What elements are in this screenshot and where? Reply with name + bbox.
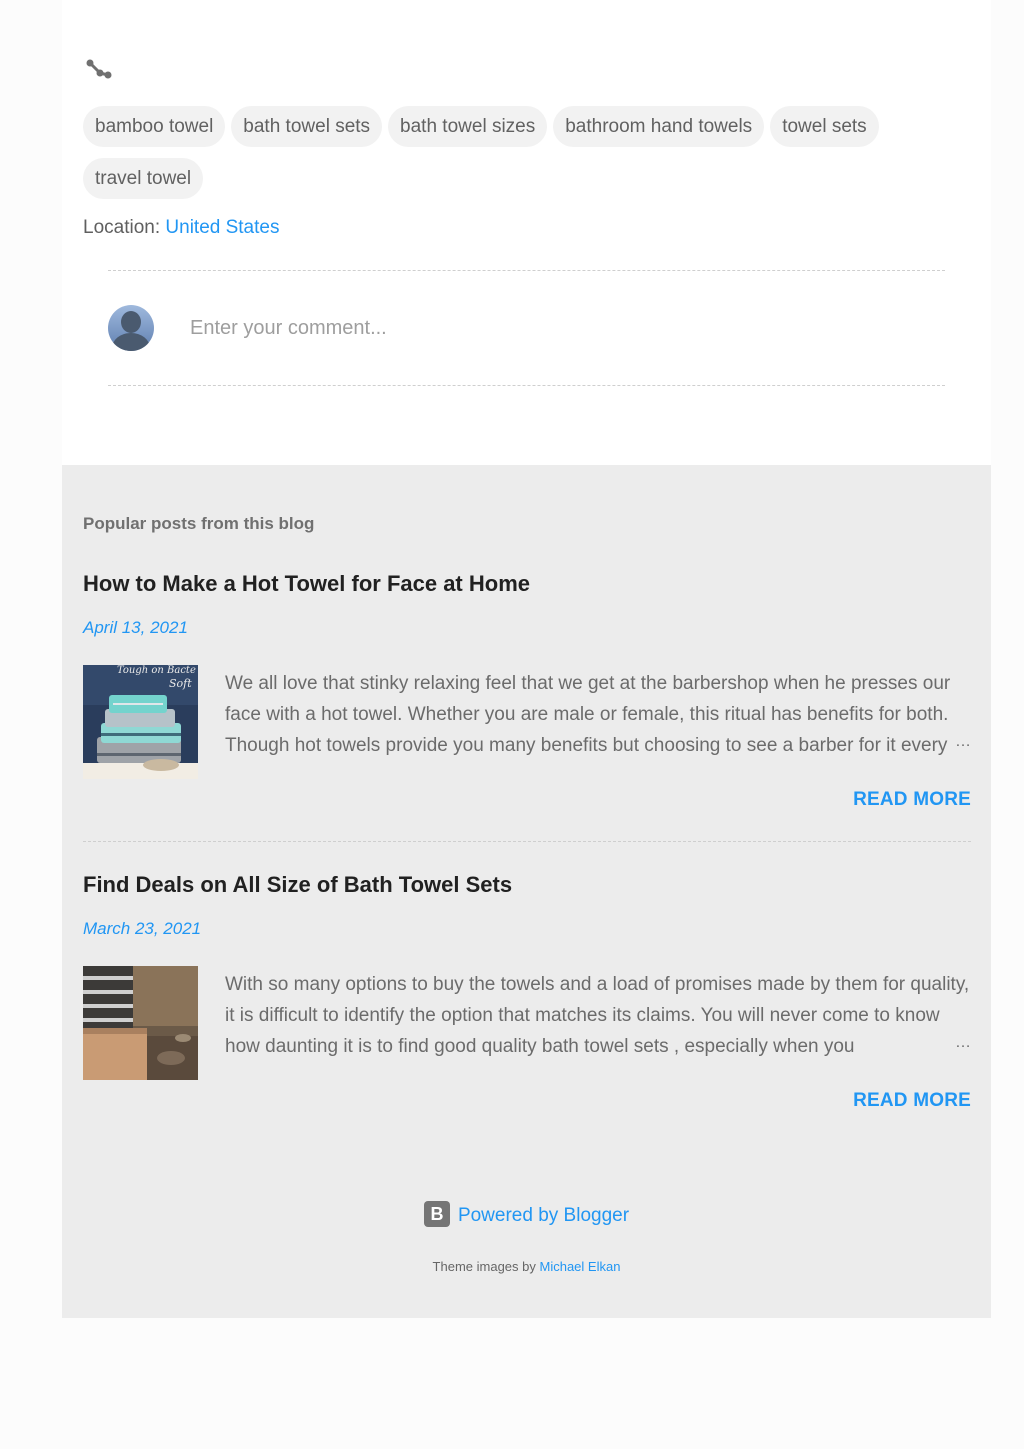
popular-posts-heading: Popular posts from this blog xyxy=(83,514,315,533)
post-snippet: With so many options to buy the towels a… xyxy=(225,974,970,1057)
page: bamboo towel bath towel sets bath towel si… xyxy=(62,0,991,1449)
blogger-icon: B xyxy=(423,1201,450,1227)
read-more-link[interactable]: READ MORE xyxy=(853,789,971,811)
location-label: Location: xyxy=(83,217,161,238)
post-thumbnail[interactable]: Tough on Bacte Soft xyxy=(83,665,198,779)
label-chip[interactable]: bath towel sizes xyxy=(388,106,548,147)
theme-author-link[interactable]: Michael Elkan xyxy=(540,1259,621,1274)
label-chip[interactable]: bath towel sets xyxy=(231,106,383,147)
post-thumbnail[interactable] xyxy=(83,966,198,1080)
divider xyxy=(83,841,971,842)
share-icon[interactable] xyxy=(85,58,113,82)
label-chip[interactable]: travel towel xyxy=(83,158,204,199)
divider xyxy=(108,270,945,271)
user-avatar-icon xyxy=(108,305,154,351)
comment-input[interactable] xyxy=(190,312,890,344)
read-more-link[interactable]: READ MORE xyxy=(853,1090,971,1112)
post-title[interactable]: How to Make a Hot Towel for Face at Home xyxy=(83,571,530,597)
popular-posts-section: Popular posts from this blog How to Make… xyxy=(62,465,991,1318)
theme-attribution: Theme images by Michael Elkan xyxy=(62,1259,991,1274)
popular-post: Find Deals on All Size of Bath Towel Set… xyxy=(83,872,971,1112)
post-title[interactable]: Find Deals on All Size of Bath Towel Set… xyxy=(83,872,512,898)
svg-text:Soft: Soft xyxy=(169,677,192,690)
popular-post: How to Make a Hot Towel for Face at Home… xyxy=(83,571,971,811)
divider xyxy=(108,385,945,386)
powered-by-label: Powered by Blogger xyxy=(457,1205,630,1227)
powered-by-blogger-link[interactable]: B Powered by Blogger xyxy=(62,1201,991,1229)
post-location: Location: United States xyxy=(83,217,279,239)
theme-prefix: Theme images by xyxy=(432,1259,536,1274)
post-date[interactable]: April 13, 2021 xyxy=(83,618,188,638)
snippet-ellipsis: … xyxy=(955,1034,971,1051)
post-snippet: We all love that stinky relaxing feel th… xyxy=(225,673,951,756)
label-chip[interactable]: bamboo towel xyxy=(83,106,226,147)
svg-text:Tough on Bacte: Tough on Bacte xyxy=(117,665,196,676)
location-link[interactable]: United States xyxy=(165,217,279,238)
post-footer-area: bamboo towel bath towel sets bath towel si… xyxy=(62,0,991,465)
post-labels: bamboo towel bath towel sets bath towel si… xyxy=(83,106,963,210)
label-chip[interactable]: towel sets xyxy=(770,106,879,147)
post-date[interactable]: March 23, 2021 xyxy=(83,919,201,939)
snippet-ellipsis: … xyxy=(955,733,971,750)
label-chip[interactable]: bathroom hand towels xyxy=(553,106,765,147)
